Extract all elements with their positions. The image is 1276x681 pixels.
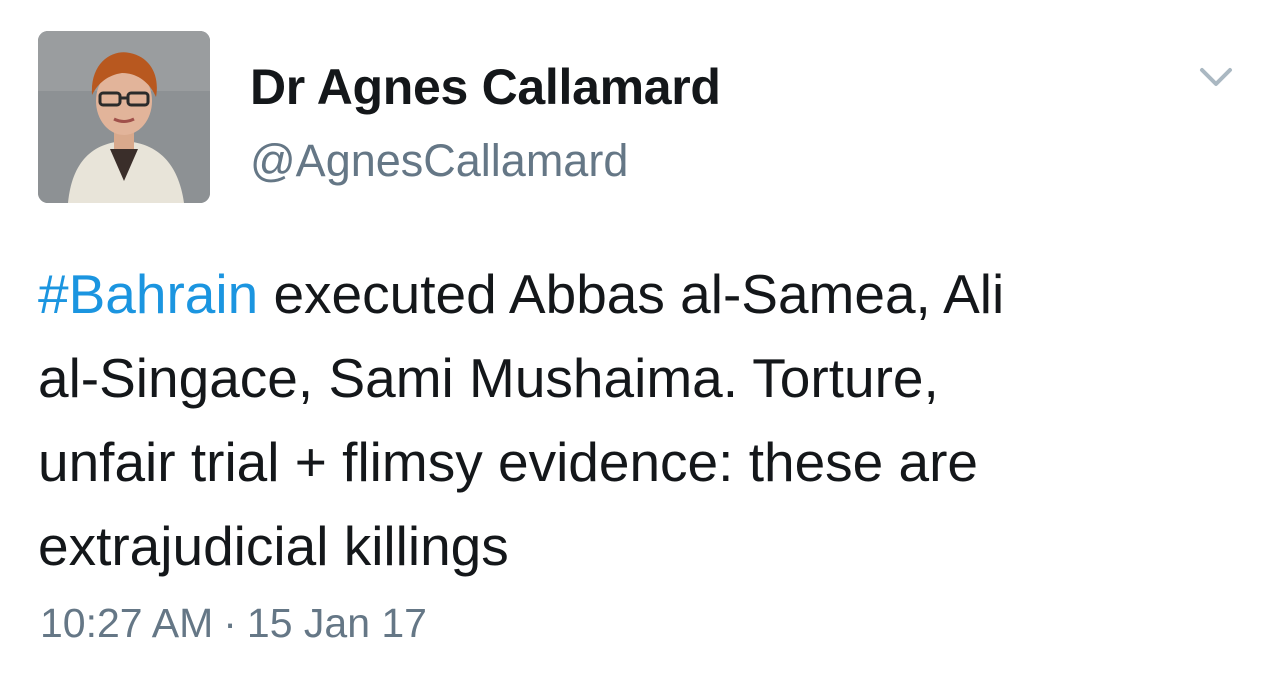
meta-separator: · bbox=[223, 600, 237, 646]
chevron-down-icon[interactable] bbox=[1196, 60, 1236, 94]
tweet-timestamp[interactable]: 10:27 AM · 15 Jan 17 bbox=[40, 600, 427, 647]
tweet-text: #Bahrain executed Abbas al-Samea, Ali al… bbox=[38, 252, 1238, 588]
tweet-text-line: unfair trial + flimsy evidence: these ar… bbox=[38, 431, 979, 493]
tweet-text-line: al-Singace, Sami Mushaima. Torture, bbox=[38, 347, 939, 409]
tweet-text-segment: executed Abbas al-Samea, Ali bbox=[258, 263, 1005, 325]
user-handle[interactable]: @AgnesCallamard bbox=[250, 135, 628, 187]
tweet-time: 10:27 AM bbox=[40, 600, 214, 646]
tweet-card: Dr Agnes Callamard @AgnesCallamard #Bahr… bbox=[0, 0, 1276, 681]
tweet-date: 15 Jan 17 bbox=[246, 600, 427, 646]
display-name[interactable]: Dr Agnes Callamard bbox=[250, 58, 721, 116]
avatar[interactable] bbox=[38, 31, 210, 203]
avatar-photo bbox=[38, 31, 210, 203]
tweet-text-line: #Bahrain executed Abbas al-Samea, Ali bbox=[38, 252, 1238, 336]
tweet-text-line: extrajudicial killings bbox=[38, 515, 509, 577]
hashtag-link[interactable]: #Bahrain bbox=[38, 263, 258, 325]
